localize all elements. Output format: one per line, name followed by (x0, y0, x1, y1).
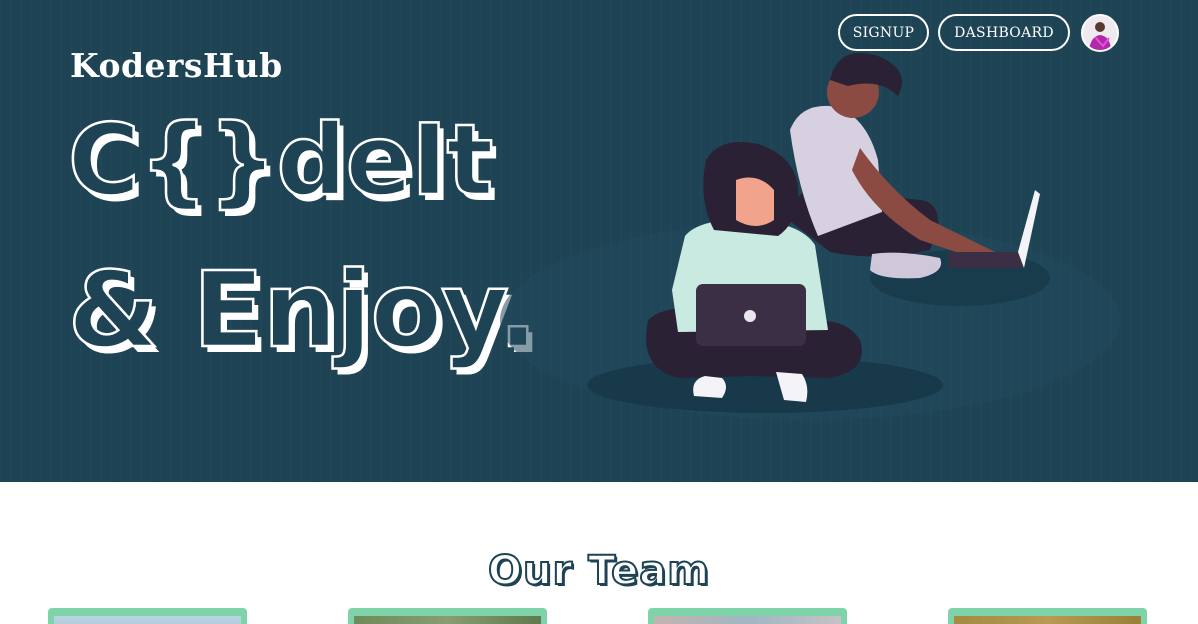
team-section-title: Our Team (487, 547, 710, 595)
people-coding-illustration (500, 53, 1120, 420)
brand-logo[interactable]: KodersHub (70, 46, 283, 85)
team-member-card[interactable] (48, 608, 247, 624)
team-member-card[interactable] (948, 608, 1147, 624)
headline-line-1: C{}deIt (67, 104, 495, 218)
team-member-card[interactable] (648, 608, 847, 624)
team-member-card[interactable] (348, 608, 547, 624)
hero-banner: KodersHub C{}deIt & Enjoy. SIGNUP DASHBO… (0, 0, 1198, 482)
team-member-photo (354, 616, 541, 624)
team-member-photo (54, 616, 241, 624)
headline-line-2: & Enjoy. (67, 249, 539, 371)
team-member-photo (954, 616, 1141, 624)
team-member-photo (654, 616, 841, 624)
